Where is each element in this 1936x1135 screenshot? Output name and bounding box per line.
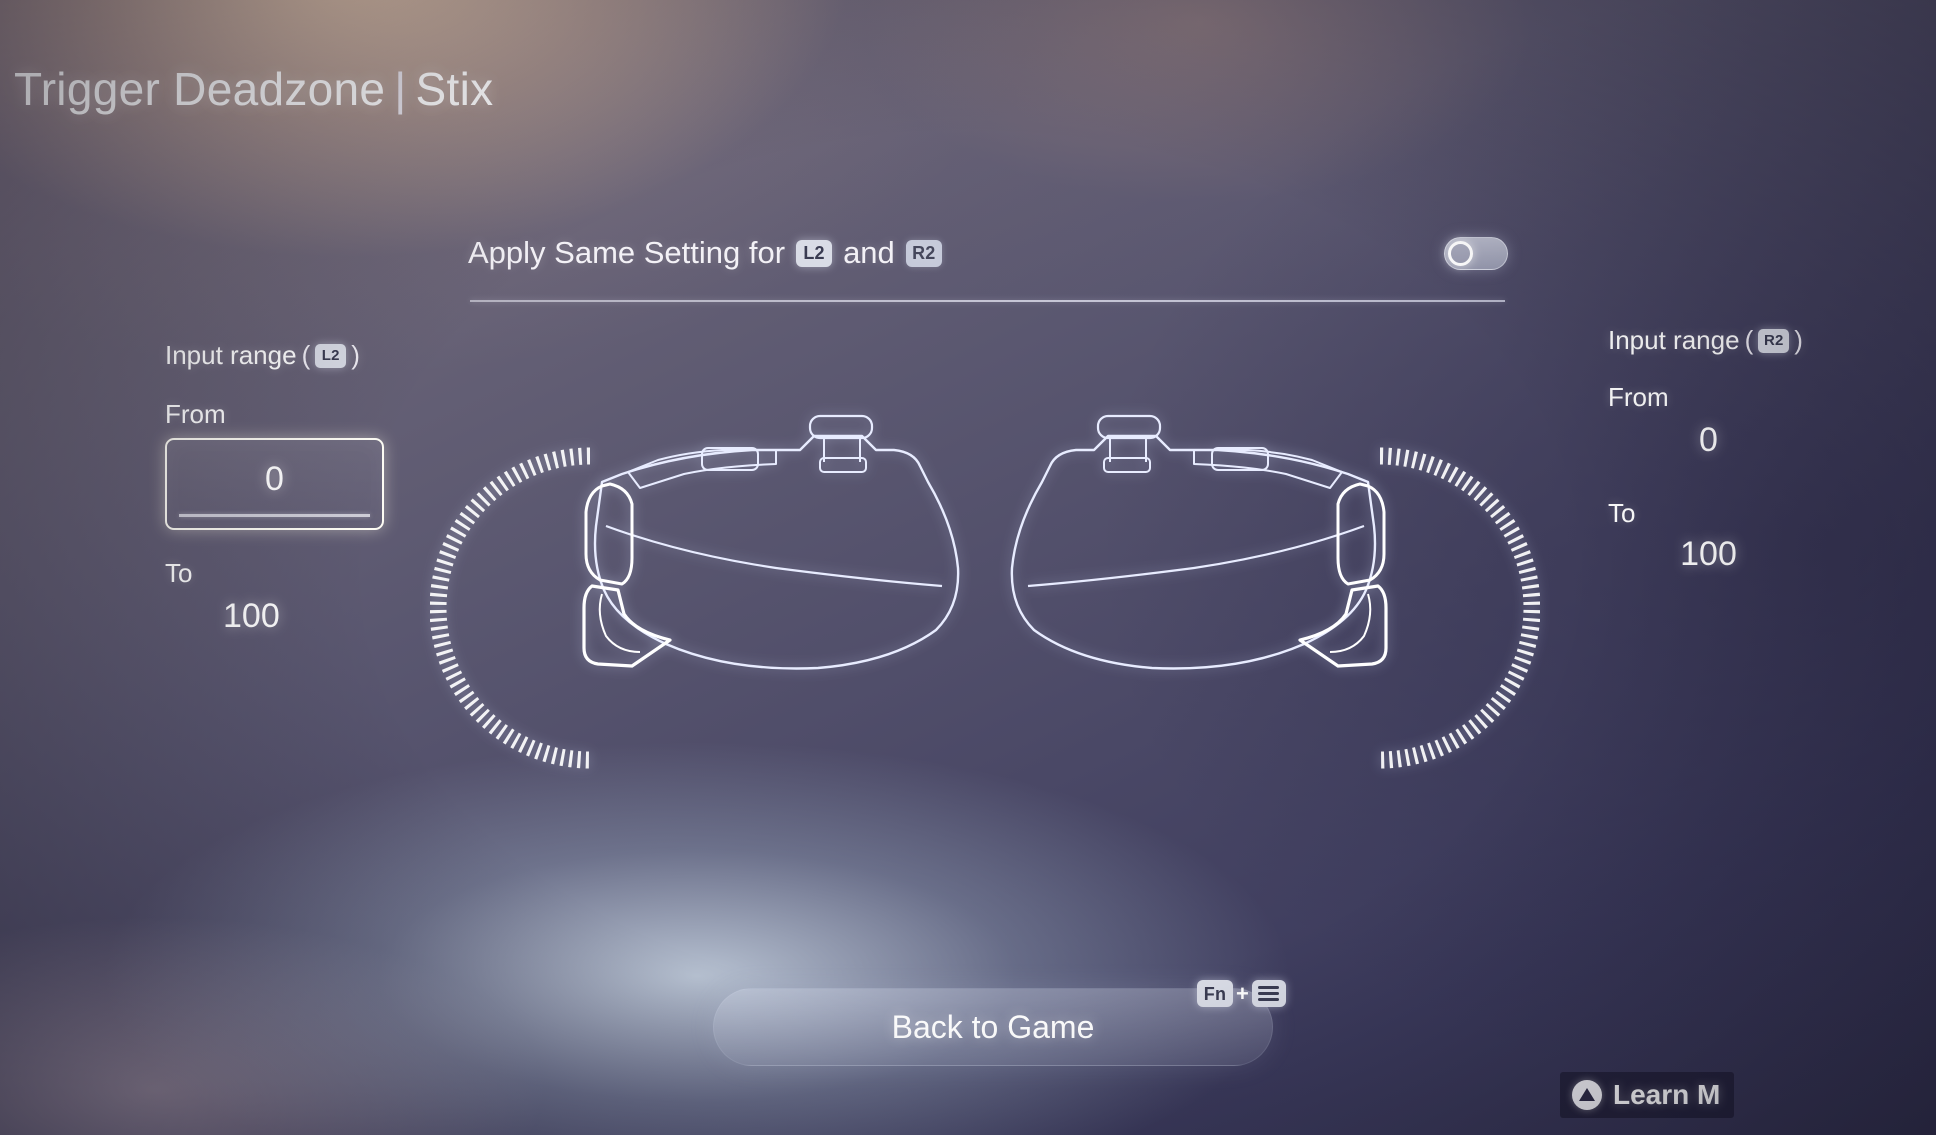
r2-keycap-icon: R2 <box>905 239 942 267</box>
apply-same-setting-label: Apply Same Setting for L2 and R2 <box>468 235 942 271</box>
l2-to-label: To <box>165 558 193 588</box>
menu-keycap-icon <box>1251 980 1286 1007</box>
r2-to-label: To <box>1608 498 1636 528</box>
paren-open: ( <box>301 340 311 370</box>
input-range-panel-r2: Input range ( R2 ) From 0 To 100 <box>1608 325 1870 586</box>
apply-same-setting-text: Apply Same Setting for <box>468 235 786 270</box>
controller-side-profile-left <box>582 414 960 671</box>
input-range-l2-heading-text: Input range <box>165 340 297 370</box>
back-to-game-button[interactable]: Back to Game <box>713 988 1273 1066</box>
controller-illustrations <box>430 370 1540 770</box>
r2-from-input[interactable]: 0 <box>1606 421 1811 472</box>
learn-more-label: Learn M <box>1613 1079 1721 1110</box>
l2-keycap-icon: L2 <box>315 343 347 368</box>
r2-to-input[interactable]: 100 <box>1606 535 1811 586</box>
input-range-l2-heading: Input range ( L2 ) <box>165 340 425 371</box>
toggle-knob <box>1448 240 1473 266</box>
r2-from-label: From <box>1608 382 1669 412</box>
page-title-separator: | <box>394 63 407 115</box>
paren-close: ) <box>351 340 360 370</box>
r2-to-value: 100 <box>1680 535 1737 573</box>
page-title: Trigger Deadzone | Stix <box>14 62 493 116</box>
input-range-r2-heading: Input range ( R2 ) <box>1608 325 1870 356</box>
l2-from-input[interactable]: 0 <box>165 438 384 530</box>
l2-to-value: 100 <box>223 597 280 635</box>
input-range-r2-heading-text: Input range <box>1608 325 1740 355</box>
settings-screen: Trigger Deadzone | Stix Apply Same Setting… <box>0 0 1936 1135</box>
page-title-profile: Stix <box>415 63 494 115</box>
learn-more-button[interactable]: Learn M <box>1560 1072 1735 1118</box>
trigger-deadzone-arc-gauge-right <box>1379 447 1540 769</box>
apply-same-setting-toggle[interactable] <box>1444 236 1508 270</box>
l2-from-label: From <box>165 399 226 429</box>
section-divider <box>470 300 1505 302</box>
apply-same-conjunction: and <box>843 235 895 270</box>
l2-keycap-icon: L2 <box>796 239 833 267</box>
fn-keycap-icon: Fn <box>1197 980 1233 1007</box>
page-title-main: Trigger Deadzone <box>14 63 386 115</box>
paren-open: ( <box>1744 325 1754 355</box>
l2-from-value: 0 <box>265 459 284 498</box>
r2-keycap-icon: R2 <box>1758 328 1790 353</box>
apply-same-setting-row[interactable]: Apply Same Setting for L2 and R2 <box>468 222 1508 284</box>
r2-from-value: 0 <box>1699 421 1718 459</box>
trigger-deadzone-arc-gauge-left <box>430 447 591 769</box>
triangle-button-icon <box>1572 1080 1602 1110</box>
l2-from-input-rule <box>179 514 370 517</box>
paren-close: ) <box>1794 325 1803 355</box>
input-range-panel-l2: Input range ( L2 ) From 0 To 100 <box>165 340 425 648</box>
back-to-game-shortcut-hint: Fn + <box>1197 980 1286 1007</box>
controller-side-profile-right <box>1010 414 1388 671</box>
l2-to-input[interactable]: 100 <box>165 597 384 648</box>
back-to-game-label: Back to Game <box>891 1008 1095 1045</box>
plus-symbol: + <box>1236 980 1249 1006</box>
